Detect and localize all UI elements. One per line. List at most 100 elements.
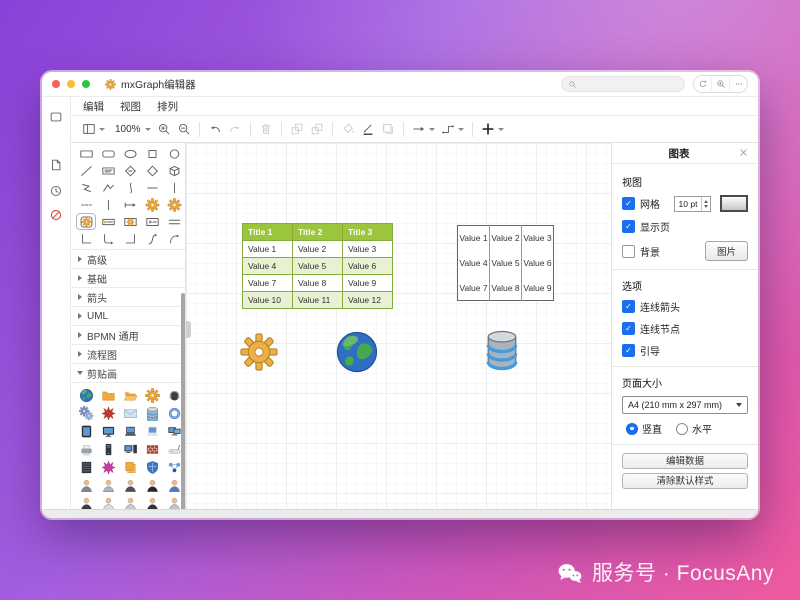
shape-line[interactable] <box>76 162 96 179</box>
close-icon[interactable] <box>738 147 750 159</box>
window-icon[interactable] <box>48 109 64 125</box>
palette-section-5[interactable]: 流程图 <box>71 344 185 363</box>
clipart-gears[interactable] <box>76 404 96 422</box>
gear-shape[interactable] <box>240 333 278 371</box>
database-shape[interactable] <box>482 328 522 373</box>
shape-rectangle[interactable] <box>76 145 96 162</box>
shape-diamond[interactable] <box>142 162 162 179</box>
shape-zigzag[interactable] <box>76 179 96 196</box>
undo-button[interactable] <box>205 120 225 138</box>
clipart-server[interactable] <box>142 404 162 422</box>
shape-polyline[interactable] <box>98 179 118 196</box>
clipart-tablet[interactable] <box>76 422 96 440</box>
clipart-shield[interactable] <box>142 458 162 476</box>
line-color-button[interactable] <box>358 120 378 138</box>
clipart-gear-clip[interactable] <box>142 386 162 404</box>
plain-table-shape[interactable]: Value 1 Value 2 Value 3 Value 4 Value 5 Value… <box>457 225 554 301</box>
shape-rounded-corner[interactable] <box>98 230 118 247</box>
clipart-laptop-light[interactable] <box>142 422 162 440</box>
palette-section-3[interactable]: UML <box>71 306 185 325</box>
page-size-select[interactable]: A4 (210 mm x 297 mm) <box>622 396 748 414</box>
clipart-person[interactable] <box>142 476 162 494</box>
insert-button[interactable] <box>478 120 507 138</box>
clipart-person[interactable] <box>98 476 118 494</box>
view-mode-button[interactable] <box>79 120 108 138</box>
blocked-icon[interactable] <box>48 207 64 223</box>
shape-rounded-rectangle[interactable] <box>98 145 118 162</box>
file-icon[interactable] <box>48 157 64 173</box>
page-view-checkbox[interactable]: ✓ <box>622 220 635 233</box>
grid-size-stepper[interactable] <box>701 196 710 211</box>
orientation-landscape[interactable]: 水平 <box>676 421 712 436</box>
titlebar[interactable]: mxGraph编辑器 <box>42 72 758 97</box>
shape-text-box[interactable] <box>98 162 118 179</box>
background-checkbox[interactable] <box>622 244 635 258</box>
clipart-copy[interactable] <box>120 458 140 476</box>
shape-arrow-connector[interactable] <box>120 196 140 213</box>
palette-collapse-handle[interactable] <box>186 321 191 338</box>
shape-cube[interactable] <box>164 162 184 179</box>
styled-table-shape[interactable]: Title 1 Title 2 Title 3 Value 1 Value 2 Value… <box>242 223 393 309</box>
clipart-person[interactable] <box>98 494 118 509</box>
clipart-folder-open[interactable] <box>120 386 140 404</box>
canvas[interactable]: Title 1 Title 2 Title 3 Value 1 Value 2 Value… <box>186 143 611 509</box>
shape-double-line[interactable] <box>164 213 184 230</box>
background-image-button[interactable]: 图片 <box>704 241 748 261</box>
edit-data-button[interactable]: 编辑数据 <box>622 453 748 469</box>
shape-diamond-label[interactable] <box>120 162 140 179</box>
clipart-firewall[interactable] <box>142 440 162 458</box>
clipart-workstation[interactable] <box>120 440 140 458</box>
clipart-person[interactable] <box>120 494 140 509</box>
clipart-laptop[interactable] <box>120 422 140 440</box>
shape-square[interactable] <box>142 145 162 162</box>
clipart-monitor[interactable] <box>98 422 118 440</box>
shape-s-curve[interactable] <box>142 230 162 247</box>
more-icon[interactable] <box>730 77 747 91</box>
palette-scrollbar[interactable] <box>181 293 185 509</box>
search-input[interactable] <box>561 76 685 92</box>
shape-circle[interactable] <box>164 145 184 162</box>
clipart-rack[interactable] <box>76 458 96 476</box>
palette-section-4[interactable]: BPMN 通用 <box>71 325 185 344</box>
zoom-level-select[interactable]: 100% <box>108 122 154 137</box>
shape-arrow-box[interactable] <box>142 213 162 230</box>
shape-corner-reverse[interactable] <box>120 230 140 247</box>
menu-item-1[interactable]: 视图 <box>120 99 141 114</box>
shape-gear[interactable] <box>142 196 162 213</box>
grid-size-input[interactable]: 10 pt <box>674 195 711 212</box>
grid-checkbox[interactable]: ✓ <box>622 197 635 210</box>
clipart-person[interactable] <box>142 494 162 509</box>
connection-style-button[interactable] <box>409 120 438 138</box>
orientation-portrait[interactable]: 竖直 <box>626 421 662 436</box>
maximize-button[interactable] <box>82 80 90 88</box>
shape-vertical-curve[interactable] <box>120 179 140 196</box>
grid-color-button[interactable] <box>720 195 748 212</box>
waypoint-style-button[interactable] <box>438 120 467 138</box>
palette-section-0[interactable]: 高级 <box>71 249 185 268</box>
clipart-folder[interactable] <box>98 386 118 404</box>
shape-ellipse[interactable] <box>120 145 140 162</box>
clipart-printer[interactable] <box>76 440 96 458</box>
clipart-person[interactable] <box>76 476 96 494</box>
minimize-button[interactable] <box>67 80 75 88</box>
option-checkbox-1[interactable]: ✓ <box>622 322 635 335</box>
horizontal-scrollbar[interactable] <box>42 509 758 518</box>
refresh-icon[interactable] <box>694 77 712 91</box>
clipart-person[interactable] <box>76 494 96 509</box>
clipart-virus[interactable] <box>98 458 118 476</box>
palette-section-6[interactable]: 剪贴画 <box>71 363 185 382</box>
menu-item-2[interactable]: 排列 <box>157 99 178 114</box>
page-zoom-icon[interactable] <box>712 77 730 91</box>
clipart-globe[interactable] <box>76 386 96 404</box>
clipart-person[interactable] <box>120 476 140 494</box>
option-checkbox-0[interactable]: ✓ <box>622 300 635 313</box>
shape-vertical-line[interactable] <box>98 196 118 213</box>
menu-item-0[interactable]: 编辑 <box>83 99 104 114</box>
close-button[interactable] <box>52 80 60 88</box>
clipart-tower[interactable] <box>98 440 118 458</box>
shape-curved-arrow[interactable] <box>164 230 184 247</box>
shape-label[interactable] <box>98 213 118 230</box>
palette-section-1[interactable]: 基础 <box>71 268 185 287</box>
palette-section-2[interactable]: 箭头 <box>71 287 185 306</box>
shape-corner[interactable] <box>76 230 96 247</box>
